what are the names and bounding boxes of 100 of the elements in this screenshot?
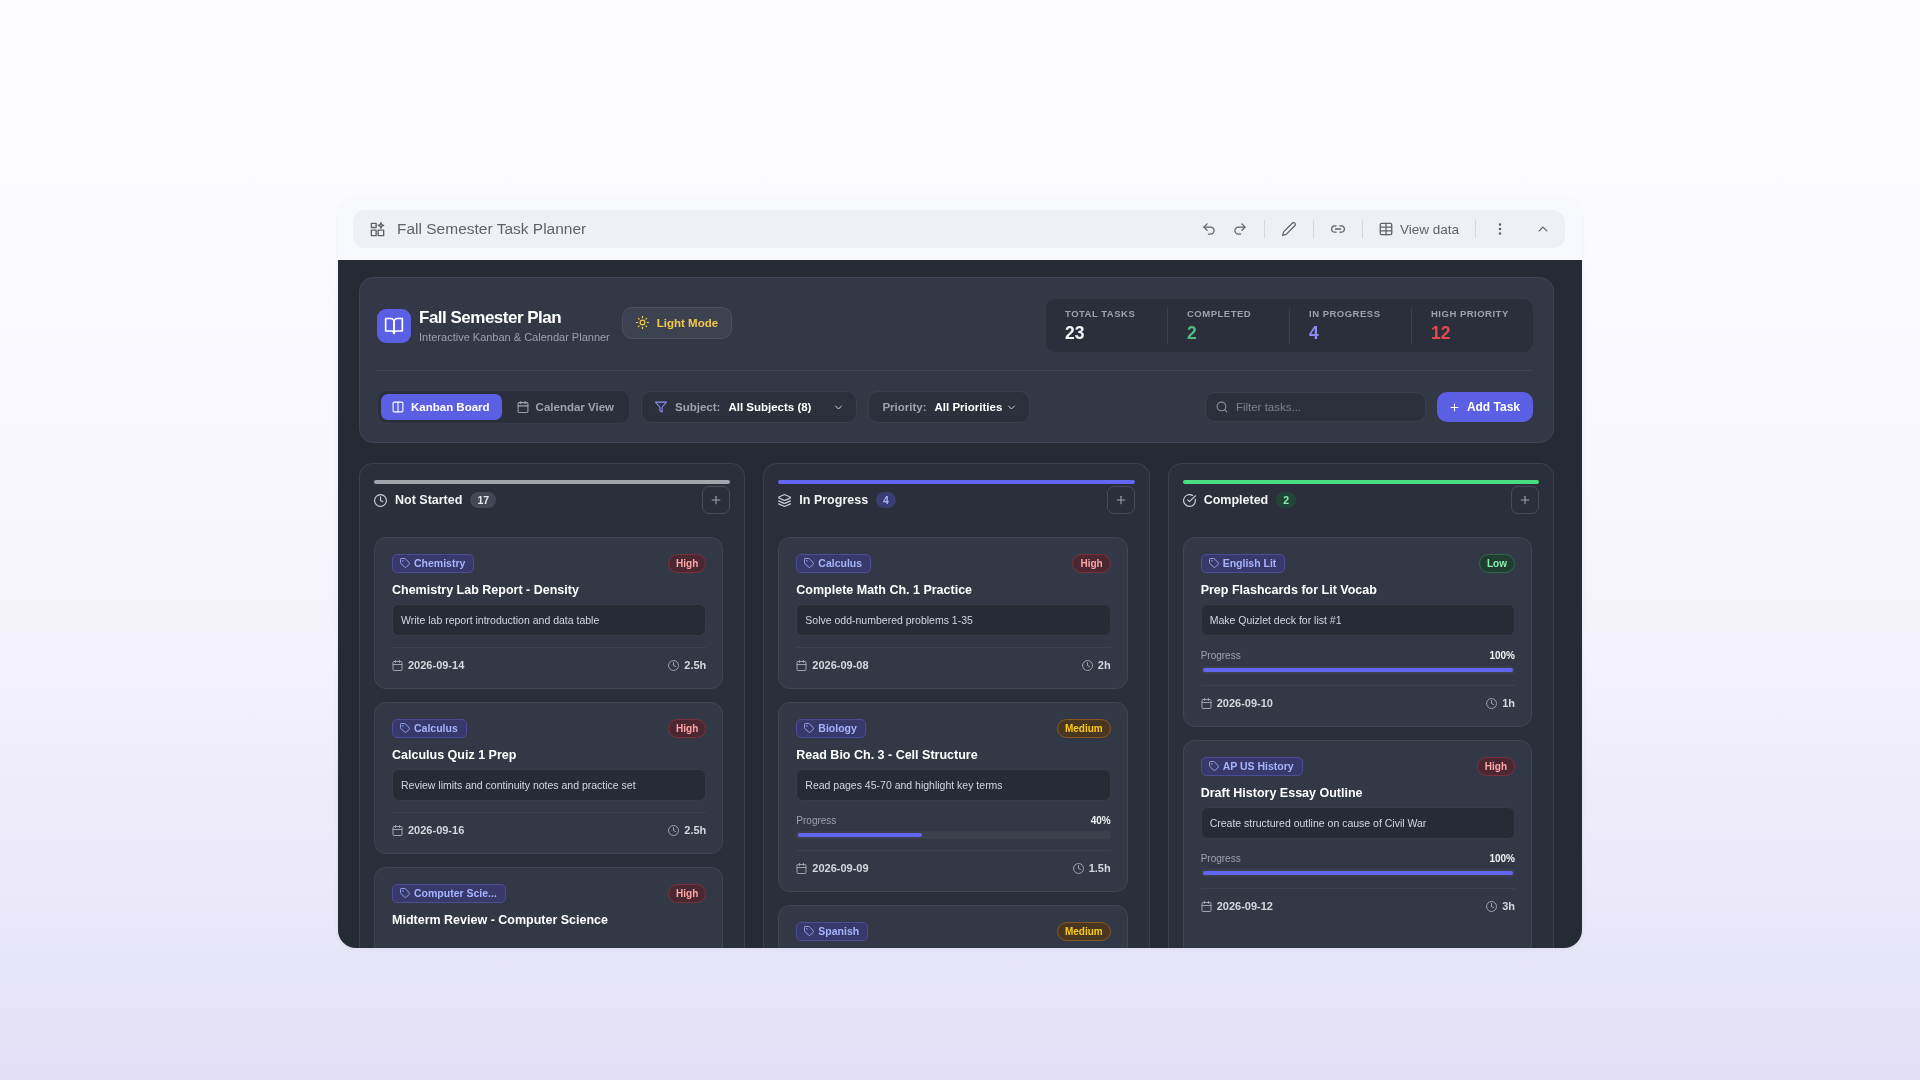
circle-check-icon xyxy=(1182,493,1196,507)
link-icon xyxy=(1330,222,1345,236)
plus-icon xyxy=(1519,494,1531,506)
view-tab[interactable]: Calendar View xyxy=(505,394,626,420)
app-title: Fall Semester Task Planner xyxy=(397,220,587,238)
due-date: 2026-09-08 xyxy=(812,659,869,671)
plus-icon xyxy=(1114,494,1127,506)
progress-label: Progress xyxy=(1200,649,1241,661)
tag-icon xyxy=(1208,761,1219,771)
priority-badge: Low xyxy=(1479,553,1515,573)
task-card[interactable]: Calculus High Complete Math Ch. 1 Practice Solve odd-numbered problems 1-35 2026-09-08 2h xyxy=(778,537,1128,689)
column-title: In Progress xyxy=(799,493,869,507)
tag-icon xyxy=(804,558,815,568)
widgets-icon xyxy=(370,221,385,237)
task-description: Solve odd-numbered problems 1-35 xyxy=(796,604,1111,636)
progress-label: Progress xyxy=(1200,852,1241,864)
tag-icon xyxy=(1208,558,1219,568)
task-title: Draft History Essay Outline xyxy=(1200,785,1364,802)
count-badge: 4 xyxy=(876,492,896,508)
calendar-icon xyxy=(796,862,808,874)
priority-filter[interactable]: Priority: All Priorities xyxy=(868,391,1031,423)
clock-icon xyxy=(1486,697,1498,709)
subject-filter[interactable]: Subject: All Subjects (8) xyxy=(641,391,858,423)
subject-label: Computer Scie... xyxy=(414,887,497,899)
task-title: Chemistry Lab Report - Density xyxy=(392,582,580,599)
view-tab[interactable]: Kanban Board xyxy=(381,394,502,420)
duration: 1h xyxy=(1502,697,1515,709)
priority-badge: High xyxy=(668,553,707,573)
duration: 2.5h xyxy=(684,659,707,671)
calendar-icon xyxy=(796,659,808,671)
due-date: 2026-09-16 xyxy=(408,824,465,836)
subject-label: Biology xyxy=(818,722,857,734)
plus-icon xyxy=(710,494,723,506)
search-field[interactable]: Filter tasks... xyxy=(1204,392,1426,422)
progress-value: 100% xyxy=(1489,852,1515,864)
count-badge: 2 xyxy=(1276,492,1297,508)
clock-icon xyxy=(374,493,387,507)
columns-icon xyxy=(392,401,404,413)
dashboard-title: Fall Semester Plan xyxy=(419,308,563,328)
calendar-icon xyxy=(1200,697,1212,709)
task-description: Create structured outline on cause of Civil War xyxy=(1200,807,1515,839)
redo-icon xyxy=(1232,222,1247,236)
calendar-icon xyxy=(392,659,403,671)
clock-icon xyxy=(668,659,680,671)
stat-value: 12 xyxy=(1431,323,1452,344)
calendar-icon xyxy=(1200,900,1212,912)
priority-badge: Medium xyxy=(1056,921,1111,941)
tag-icon xyxy=(804,723,815,733)
duration: 2.5h xyxy=(684,824,707,836)
calendar-icon xyxy=(392,824,403,836)
task-title: Midterm Review - Computer Science xyxy=(392,912,610,929)
plus-icon xyxy=(1448,401,1460,413)
sun-icon xyxy=(635,316,649,329)
duration: 1.5h xyxy=(1088,862,1111,874)
task-card[interactable]: Calculus High Calculus Quiz 1 Prep Review limits and continuity notes and practice set 2026-09-16 2.5h xyxy=(374,702,724,854)
task-card[interactable]: English Lit Low Prep Flashcards for Lit Vocab Make Quizlet deck for list #1 Progress 100% 2026-09-10 1h xyxy=(1182,537,1532,727)
subject-label: Calculus xyxy=(414,722,458,734)
duration: 3h xyxy=(1502,900,1515,912)
subject-label: Calculus xyxy=(818,557,863,569)
priority-badge: High xyxy=(668,883,707,903)
book-icon xyxy=(377,308,411,343)
clock-icon xyxy=(1072,862,1084,874)
dashboard-subtitle: Interactive Kanban & Calendar Planner xyxy=(419,331,610,343)
task-description: Make Quizlet deck for list #1 xyxy=(1200,604,1515,636)
clock-icon xyxy=(668,824,680,836)
task-title: Read Bio Ch. 3 - Cell Structure xyxy=(796,747,979,764)
stat-value: 2 xyxy=(1187,323,1198,344)
subject-label: AP US History xyxy=(1222,760,1294,772)
clock-icon xyxy=(1081,659,1093,671)
theme-toggle-button[interactable]: Light Mode xyxy=(621,306,733,339)
task-card[interactable]: Computer Scie... High Midterm Review - Computer Science xyxy=(374,867,724,948)
task-description: Read pages 45-70 and highlight key terms xyxy=(796,769,1111,801)
undo-icon xyxy=(1201,222,1216,236)
clock-icon xyxy=(1486,900,1498,912)
progress-label: Progress xyxy=(796,814,837,826)
duration: 2h xyxy=(1097,659,1111,671)
funnel-icon xyxy=(655,401,667,413)
subject-label: Chemistry xyxy=(414,557,466,569)
add-card-button[interactable] xyxy=(702,486,731,514)
priority-badge: Medium xyxy=(1056,718,1111,738)
add-card-button[interactable] xyxy=(1106,486,1135,514)
stat-label: IN PROGRESS xyxy=(1309,308,1382,319)
task-card[interactable]: Spanish Medium xyxy=(778,905,1128,948)
task-card[interactable]: Chemistry High Chemistry Lab Report - Density Write lab report introduction and data table 2026-09-14 2.5h xyxy=(374,537,724,689)
pencil-icon xyxy=(1281,222,1296,236)
due-date: 2026-09-14 xyxy=(408,659,465,671)
progress-value: 40% xyxy=(1090,814,1111,826)
tag-icon xyxy=(400,558,410,568)
column-title: Completed xyxy=(1203,493,1269,507)
add-task-button[interactable]: Add Task xyxy=(1436,392,1533,422)
stat-label: COMPLETED xyxy=(1187,308,1253,319)
due-date: 2026-09-10 xyxy=(1216,697,1273,709)
task-card[interactable]: AP US History High Draft History Essay Outline Create structured outline on cause of Civil War Progress 100% 2026-09-12 3h xyxy=(1182,740,1532,948)
subject-label: Spanish xyxy=(818,925,860,937)
stat-value: 4 xyxy=(1309,323,1320,344)
task-title: Complete Math Ch. 1 Practice xyxy=(796,582,974,599)
view-data-button[interactable]: View data xyxy=(1372,215,1465,243)
progress-value: 100% xyxy=(1489,649,1515,661)
task-card[interactable]: Biology Medium Read Bio Ch. 3 - Cell Structure Read pages 45-70 and highlight key terms Progress 40% 2026-09-09 1.5h xyxy=(778,702,1128,892)
add-card-button[interactable] xyxy=(1511,486,1539,514)
